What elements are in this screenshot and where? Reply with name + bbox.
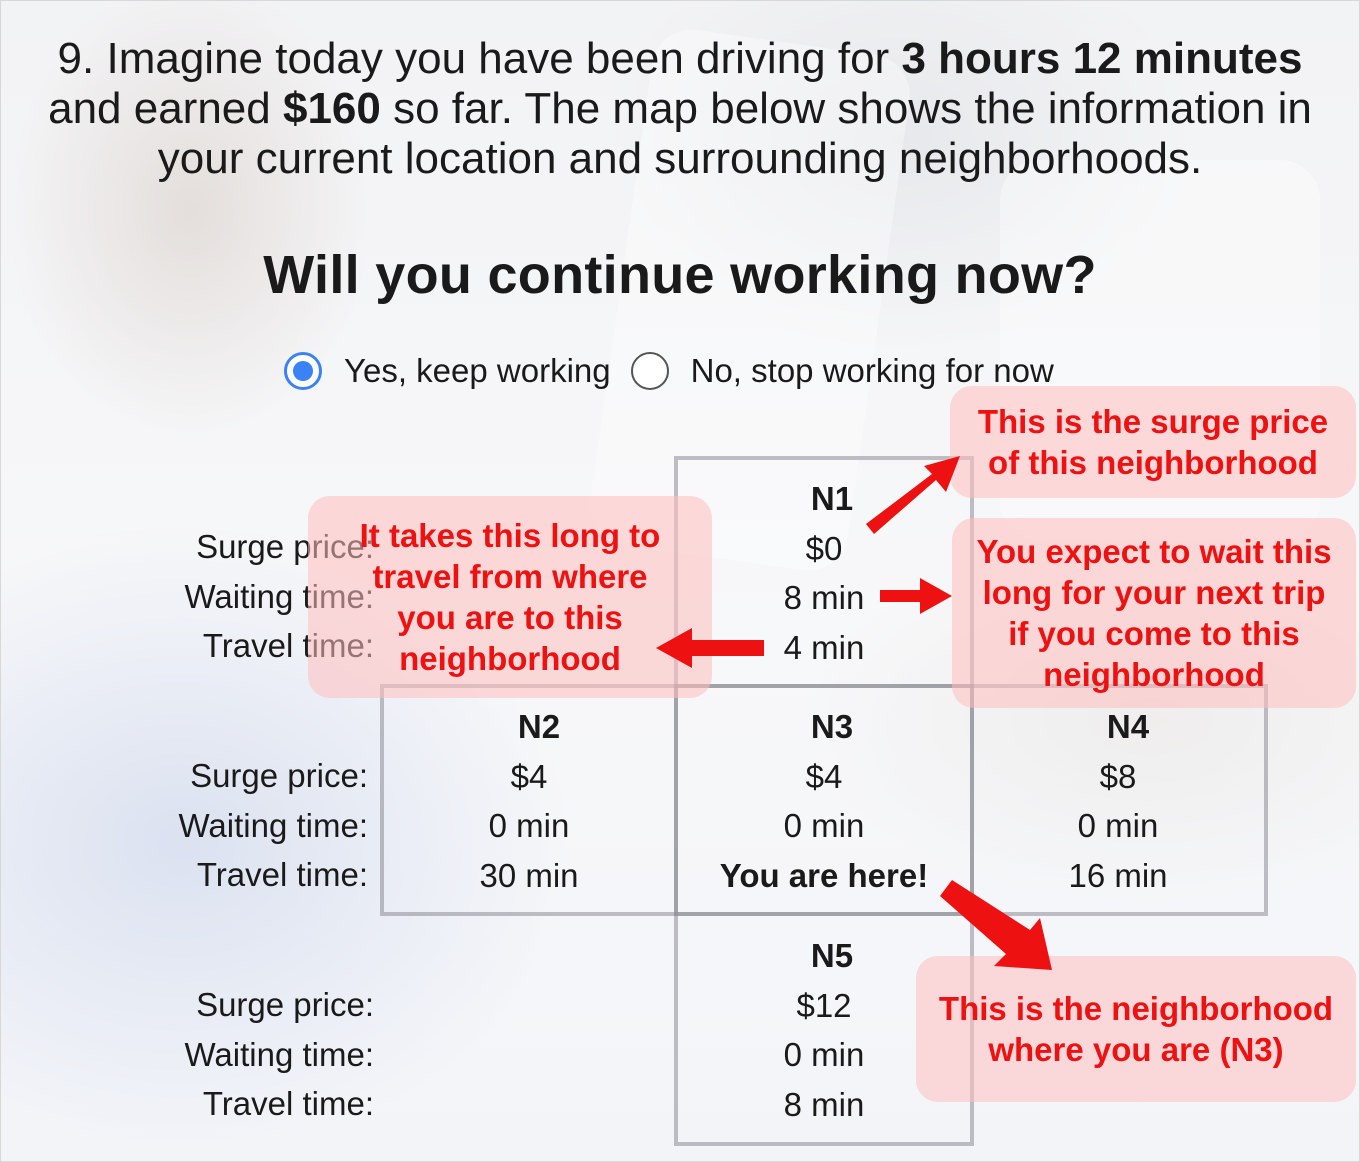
- annotation-line: travel from where: [372, 558, 648, 595]
- annotation-line: where you are (N3): [988, 1031, 1284, 1068]
- continue-working-radio-group: Yes, keep working No, stop working for n…: [284, 350, 1074, 392]
- driving-duration: 3 hours 12 minutes: [901, 34, 1303, 83]
- n4-travel: 16 min: [1068, 856, 1168, 894]
- n2-name: N2: [517, 708, 561, 745]
- n4-surge: $8: [1099, 757, 1137, 795]
- n2-travel: 30 min: [479, 856, 579, 894]
- row2-labels: Surge price: Waiting time: Travel time:: [144, 751, 369, 900]
- annotation-line: It takes this long to: [359, 517, 661, 554]
- n3-name: N3: [810, 708, 854, 745]
- n3-values: N3 $4 0 min You are here!: [704, 702, 944, 900]
- n1-name: N1: [810, 480, 854, 517]
- row3-labels: Surge price: Waiting time: Travel time:: [150, 980, 375, 1129]
- surge-price-annotation: This is the surge price of this neighbor…: [950, 386, 1356, 498]
- annotation-line: of this neighborhood: [988, 444, 1318, 481]
- n5-values: N5 $12 0 min 8 min: [724, 931, 924, 1129]
- n5-travel: 8 min: [783, 1085, 865, 1123]
- annotation-line: This is the surge price: [977, 403, 1329, 440]
- n5-waiting: 0 min: [783, 1036, 865, 1073]
- n4-name: N4: [1106, 708, 1150, 745]
- question-part3: so far. The map below shows the informat…: [393, 84, 1312, 133]
- annotation-line: you are to this: [397, 599, 623, 636]
- annotation-line: neighborhood: [1043, 656, 1265, 693]
- n3-waiting: 0 min: [783, 807, 865, 844]
- question-part1: Imagine today you have been driving for: [106, 34, 890, 83]
- n1-values: N1 $0 8 min 4 min: [724, 474, 924, 672]
- n5-name: N5: [810, 937, 854, 974]
- n2-surge: $4: [510, 757, 548, 795]
- you-are-here-label: You are here!: [719, 856, 929, 894]
- travel-time-label: Travel time:: [196, 856, 368, 893]
- earned-amount: $160: [282, 84, 381, 133]
- n1-waiting: 8 min: [783, 579, 865, 616]
- n2-waiting: 0 min: [488, 807, 570, 844]
- waiting-time-label: Waiting time:: [178, 806, 369, 844]
- annotation-line: You expect to wait this: [976, 533, 1332, 570]
- n2-values: N2 $4 0 min 30 min: [429, 702, 629, 900]
- question-number: 9.: [57, 34, 95, 83]
- yes-radio-button[interactable]: [284, 352, 322, 390]
- waiting-time-label: Waiting time:: [184, 1035, 375, 1073]
- n1-travel: 4 min: [783, 628, 865, 666]
- surge-price-label: Surge price:: [196, 986, 374, 1023]
- annotation-line: if you come to this: [1008, 615, 1300, 652]
- annotation-line: This is the neighborhood: [938, 990, 1334, 1027]
- annotation-line: long for your next trip: [982, 574, 1326, 611]
- travel-time-annotation: It takes this long to travel from where …: [308, 496, 712, 698]
- question-part2: and earned: [48, 84, 271, 133]
- travel-time-label: Travel time:: [202, 1085, 374, 1122]
- n4-values: N4 $8 0 min 16 min: [1018, 702, 1218, 900]
- n3-surge: $4: [805, 757, 843, 795]
- question-text: 9. Imagine today you have been driving f…: [0, 34, 1360, 184]
- n4-waiting: 0 min: [1077, 807, 1159, 844]
- page-title: Will you continue working now?: [263, 245, 1097, 305]
- surge-price-label: Surge price:: [190, 757, 368, 794]
- waiting-time-annotation: You expect to wait this long for your ne…: [952, 518, 1356, 708]
- n1-surge: $0: [805, 529, 843, 567]
- current-neighborhood-annotation: This is the neighborhood where you are (…: [916, 956, 1356, 1102]
- question-part4: your current location and surrounding ne…: [157, 134, 1203, 183]
- n5-surge: $12: [796, 986, 852, 1024]
- annotation-line: neighborhood: [399, 640, 621, 677]
- yes-option-label[interactable]: Yes, keep working: [344, 352, 611, 390]
- no-option-label[interactable]: No, stop working for now: [691, 352, 1054, 390]
- no-radio-button[interactable]: [630, 352, 669, 390]
